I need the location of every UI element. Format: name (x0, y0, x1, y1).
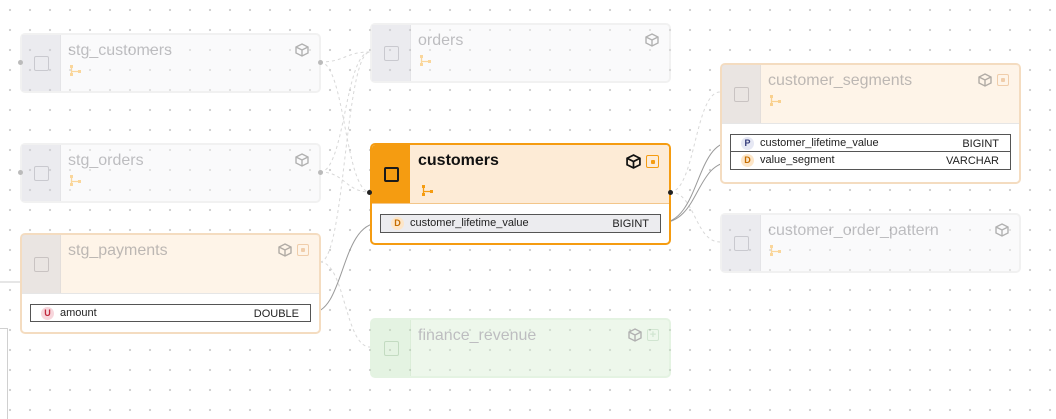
node-finance-revenue[interactable]: finance_revenue + (370, 318, 671, 378)
node-title: stg_payments (68, 242, 168, 259)
lineage-icon[interactable] (420, 55, 432, 67)
column-row[interactable]: D value_segment VARCHAR (730, 152, 1011, 170)
lineage-icon[interactable] (770, 245, 782, 257)
node-customer-segments[interactable]: customer_segments P customer_lifetime_va… (720, 63, 1021, 184)
column-name: customer_lifetime_value (760, 137, 879, 149)
node-customers[interactable]: customers D customer_lifetime_value BIGI… (370, 143, 671, 245)
column-name: customer_lifetime_value (410, 217, 529, 229)
side-panel-edge (0, 328, 8, 419)
column-name: value_segment (760, 154, 835, 166)
node-customer-order-pattern[interactable]: customer_order_pattern (720, 213, 1021, 273)
cube-icon[interactable] (645, 33, 659, 47)
edge-stg-orders-to-customers (319, 171, 371, 193)
node-stg-payments[interactable]: stg_payments U amount DOUBLE (20, 233, 321, 334)
column-name: amount (60, 307, 97, 319)
edge-stg-orders-to-orders (319, 51, 371, 173)
edge-customers-to-pattern (669, 191, 721, 243)
unique-key-icon: U (41, 307, 54, 320)
node-title: customers (418, 152, 499, 169)
lineage-icon[interactable] (422, 185, 434, 197)
node-title: finance_revenue (418, 327, 537, 344)
cube-icon[interactable] (626, 154, 641, 169)
node-type-chip (372, 320, 411, 376)
node-stg-customers[interactable]: stg_customers (20, 33, 321, 93)
node-type-chip (722, 215, 761, 271)
source-badge-icon[interactable] (297, 244, 309, 256)
primary-key-icon: P (741, 137, 754, 150)
cube-icon[interactable] (995, 223, 1009, 237)
column-row[interactable]: P customer_lifetime_value BIGINT (730, 134, 1011, 152)
lineage-icon[interactable] (70, 175, 82, 187)
node-title: stg_orders (68, 152, 144, 169)
column-type: BIGINT (962, 138, 999, 150)
column-type: DOUBLE (253, 308, 299, 320)
cube-icon[interactable] (628, 328, 642, 342)
dimension-key-icon: D (741, 154, 754, 167)
node-title: stg_customers (68, 42, 173, 59)
node-type-chip (372, 145, 410, 203)
node-title: orders (418, 32, 464, 49)
cube-icon[interactable] (295, 43, 309, 57)
dimension-key-icon: D (391, 217, 404, 230)
cube-icon[interactable] (278, 243, 292, 257)
edge-amount-to-clv (310, 222, 380, 314)
source-badge-icon[interactable] (997, 74, 1009, 86)
column-type: BIGINT (612, 218, 649, 230)
column-row[interactable]: U amount DOUBLE (30, 304, 311, 322)
node-stg-orders[interactable]: stg_orders (20, 143, 321, 203)
edge-customers-to-segments (669, 91, 721, 193)
node-title: customer_order_pattern (768, 222, 939, 239)
node-type-chip (22, 35, 61, 91)
cube-icon[interactable] (295, 153, 309, 167)
lineage-icon[interactable] (70, 65, 82, 77)
node-title: customer_segments (768, 72, 913, 89)
lineage-icon[interactable] (770, 95, 782, 107)
node-orders[interactable]: orders (370, 23, 671, 83)
source-badge-icon[interactable] (646, 155, 659, 168)
node-type-chip (22, 145, 61, 201)
column-type: VARCHAR (946, 155, 999, 167)
add-badge-icon[interactable]: + (647, 329, 659, 341)
node-type-chip (372, 25, 411, 81)
edge-stg-payments-to-finance (319, 261, 371, 348)
node-type-chip (722, 65, 761, 123)
edge-stg-customers-to-orders (319, 51, 371, 63)
cube-icon[interactable] (978, 73, 992, 87)
column-row[interactable]: D customer_lifetime_value BIGINT (380, 214, 661, 233)
node-type-chip (22, 235, 61, 293)
